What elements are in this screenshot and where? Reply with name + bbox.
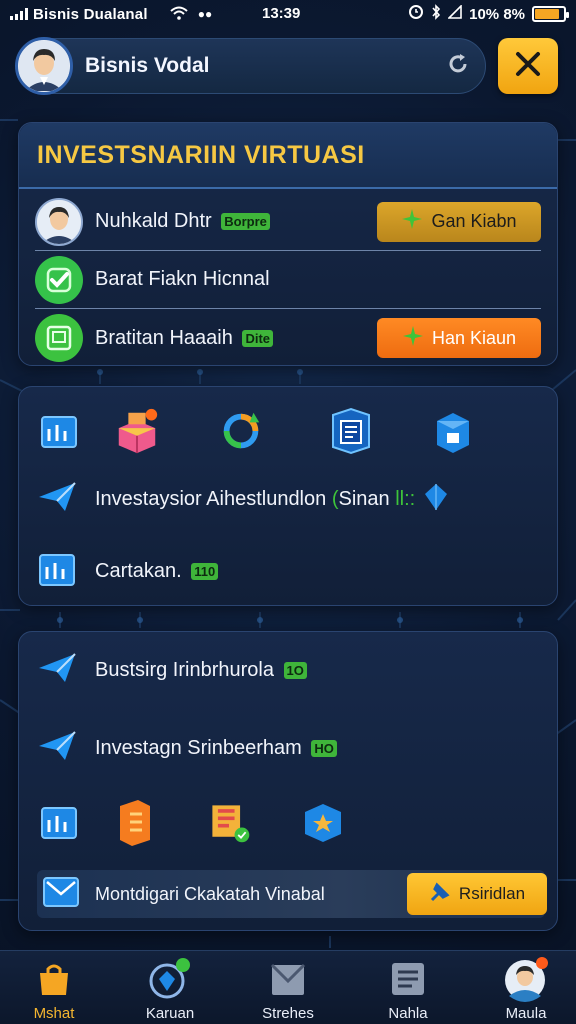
list-item[interactable]: Bratitan Haaaih Dite Han Kiaun (35, 309, 541, 367)
book-stack-icon[interactable] (111, 798, 159, 846)
avatar[interactable] (15, 37, 73, 95)
battery-icon (532, 6, 569, 22)
gift-box-icon[interactable] (113, 407, 161, 455)
status-time: 13:39 (262, 5, 301, 22)
panel-title-bar: INVESTSNARIIN VIRTUASI (19, 123, 557, 189)
notification-dots-icon: ●● (197, 7, 213, 21)
list-item[interactable]: Investaysior Aihestlundlon (Sinan ll:: (37, 479, 449, 519)
list-item[interactable]: Barat Fiakn Hicnnal (35, 251, 541, 309)
battery-text: 10% 8% (469, 5, 525, 23)
button-label: Han Kiaun (431, 327, 517, 348)
button-label: Rsiridlan (458, 884, 526, 903)
item-label: Investagn Srinbeerham (95, 736, 302, 759)
list-item[interactable]: Investagn Srinbeerham HO (37, 728, 337, 768)
item-suffix: Sinan (338, 487, 390, 510)
sparkle-icon (402, 325, 424, 352)
header-bar: Bisnis Vodal (15, 37, 486, 95)
book-box-icon[interactable] (205, 798, 253, 846)
item-label: Cartakan. (95, 559, 182, 582)
close-icon (513, 49, 543, 84)
nav-item-nahla[interactable]: Nahla (358, 957, 458, 1022)
gem-badge-icon (120, 957, 220, 1001)
row-label: Nuhkald Dhtr (95, 210, 212, 232)
screen-icon (35, 314, 83, 362)
nav-label: Maula (505, 1005, 547, 1022)
item-label: Montdigari Ckakatah Vinabal (95, 883, 325, 904)
nav-label: Strehes (262, 1005, 314, 1022)
avatar (35, 197, 83, 246)
refresh-button[interactable] (443, 51, 473, 81)
nav-label: Mshat (33, 1005, 75, 1022)
paper-plane-icon (37, 728, 77, 769)
document-box-icon[interactable] (327, 407, 375, 455)
nav-item-profile[interactable]: Maula (476, 957, 576, 1022)
avatar (476, 957, 576, 1002)
bluetooth-icon (431, 4, 441, 24)
sync-icon[interactable] (217, 407, 265, 455)
close-button[interactable] (498, 38, 558, 94)
claim-button[interactable]: Han Kiaun (377, 318, 541, 358)
chart-box-icon[interactable] (35, 798, 83, 846)
list-icon (358, 957, 458, 1001)
carrier-name: Bisnis Dualanal (33, 5, 148, 23)
status-bar: Bisnis Dualanal ●● 13:39 10% 8% (0, 0, 576, 28)
investment-panel: INVESTSNARIIN VIRTUASI Nuhkald Dhtr Borp… (18, 122, 558, 366)
page-title: Bisnis Vodal (85, 54, 210, 77)
status-badge: Borpre (221, 213, 270, 231)
sparkle-icon (401, 208, 423, 235)
nav-item-strehes[interactable]: Strehes (238, 957, 338, 1022)
nav-item-home[interactable]: Mshat (4, 957, 104, 1022)
nav-item-karuan[interactable]: Karuan (120, 957, 220, 1022)
paper-plane-icon (37, 650, 77, 691)
signal-icon (10, 8, 28, 20)
status-badge: 110 (191, 562, 219, 580)
shopping-bag-icon (4, 957, 104, 1001)
item-label: Bustsirg Irinbrhurola (95, 658, 274, 681)
item-suffix-2: ll:: (395, 487, 416, 510)
alarm-icon (408, 4, 424, 24)
refresh-icon (446, 52, 470, 81)
list-item[interactable]: Cartakan. 110 (37, 549, 219, 594)
mail-box-icon (238, 957, 338, 1001)
paper-plane-icon (37, 479, 77, 520)
chart-box-icon (37, 549, 77, 594)
cellular-icon (447, 4, 462, 23)
status-badge: 1O (283, 661, 307, 679)
status-badge: HO (311, 739, 337, 757)
nav-label: Nahla (388, 1005, 428, 1022)
list-item[interactable]: Montdigari Ckakatah Vinabal Rsiridlan (37, 870, 547, 918)
bottom-nav: Mshat Karuan Strehes Nahla Maula (0, 950, 576, 1024)
storage-box-icon[interactable] (429, 407, 477, 455)
item-label: Investaysior Aihestlundlon (95, 487, 327, 510)
nav-label: Karuan (145, 1005, 195, 1022)
chart-box-icon[interactable] (35, 407, 83, 455)
list-item[interactable]: Nuhkald Dhtr Borpre Gan Kiabn (35, 193, 541, 251)
claim-button[interactable]: Gan Kiabn (377, 201, 541, 242)
action-button[interactable]: Rsiridlan (407, 873, 547, 915)
features-panel: Investaysior Aihestlundlon (Sinan ll:: C… (18, 386, 558, 606)
star-box-icon[interactable] (299, 798, 347, 846)
button-label: Gan Kiabn (431, 211, 517, 231)
row-label: Barat Fiakn Hicnnal (95, 268, 270, 290)
status-badge: Dite (242, 329, 273, 347)
list-item[interactable]: Bustsirg Irinbrhurola 1O (37, 650, 307, 690)
row-label: Bratitan Haaaih (95, 326, 233, 349)
wifi-icon (170, 6, 188, 23)
panel-title: INVESTSNARIIN VIRTUASI (37, 140, 365, 169)
pin-icon (429, 881, 451, 908)
check-icon (35, 255, 83, 304)
bottom-panel: Bustsirg Irinbrhurola 1O Investagn Srinb… (18, 631, 558, 931)
gem-icon (423, 482, 449, 517)
email-icon (41, 872, 81, 917)
